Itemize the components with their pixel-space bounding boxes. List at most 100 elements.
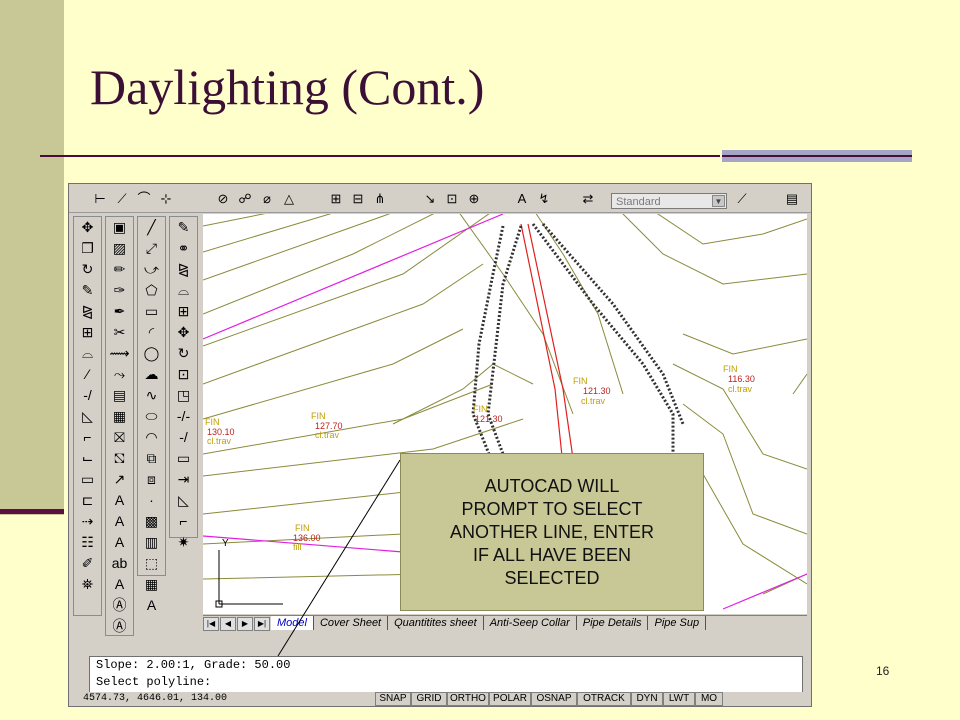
rotate-object-icon[interactable]: ↻ <box>170 343 197 364</box>
dimension-radius-icon[interactable]: ⊘ <box>214 192 232 206</box>
polyline-icon[interactable]: ⤻ <box>138 259 165 280</box>
justify-text-icon[interactable]: Ⓐ <box>106 616 133 637</box>
dimension-aligned-icon[interactable]: ⟋ <box>113 192 131 206</box>
spell-check-icon[interactable]: ab <box>106 553 133 574</box>
break-object-icon[interactable]: ▭ <box>170 448 197 469</box>
scale-text-icon[interactable]: Ⓐ <box>106 595 133 616</box>
ellipse-arc-icon[interactable]: ◠ <box>138 427 165 448</box>
dimension-continue-icon[interactable]: ⋔ <box>371 192 389 206</box>
extend-object-icon[interactable]: -/ <box>170 427 197 448</box>
dimension-text-edit-icon[interactable]: ↯ <box>535 192 553 206</box>
join-object-icon[interactable]: ⇥ <box>170 469 197 490</box>
match-properties-icon[interactable]: ✐ <box>74 553 101 574</box>
draw-rectangle-icon[interactable]: ▭ <box>138 301 165 322</box>
text-edit-icon[interactable]: A <box>106 532 133 553</box>
dimension-update-icon[interactable]: ⇄ <box>579 192 597 206</box>
arc-icon[interactable]: ◜ <box>138 322 165 343</box>
point-icon[interactable]: · <box>138 490 165 511</box>
construction-line-icon[interactable]: ⤢ <box>138 238 165 259</box>
region-icon[interactable]: ⬚ <box>138 553 165 574</box>
tab-first-icon[interactable]: |◀ <box>203 617 219 631</box>
rotate-icon[interactable]: ↻ <box>74 259 101 280</box>
tab-pipe-details[interactable]: Pipe Details <box>577 616 649 630</box>
properties-icon[interactable]: ☷ <box>74 532 101 553</box>
edit-polyline-icon[interactable]: ✒ <box>106 301 133 322</box>
gradient-fill-icon[interactable]: ▥ <box>138 532 165 553</box>
tab-cover-sheet[interactable]: Cover Sheet <box>314 616 389 630</box>
layer-icon[interactable]: ⛯ <box>74 574 101 595</box>
mtext-icon[interactable]: A <box>138 595 165 616</box>
brush-icon[interactable]: ✑ <box>106 280 133 301</box>
chevron-down-icon[interactable]: ▼ <box>712 195 725 207</box>
dimension-diameter-icon[interactable]: ⌀ <box>258 192 276 206</box>
offset-object-icon[interactable]: ⌓ <box>170 280 197 301</box>
osnap-toggle[interactable]: OSNAP <box>531 692 577 706</box>
explode-icon[interactable]: ✷ <box>170 532 197 553</box>
model-toggle[interactable]: MO <box>695 692 723 706</box>
table-edit-icon[interactable]: ▦ <box>106 406 133 427</box>
erase-icon[interactable]: ✎ <box>74 280 101 301</box>
stretch-object-icon[interactable]: ◳ <box>170 385 197 406</box>
hatch-edit-icon[interactable]: ▨ <box>106 238 133 259</box>
revision-cloud-icon[interactable]: ☁ <box>138 364 165 385</box>
chamfer-object-icon[interactable]: ◺ <box>170 490 197 511</box>
circle-icon[interactable]: ◯ <box>138 343 165 364</box>
block-edit-icon[interactable]: ⛝ <box>106 427 133 448</box>
pencil-icon[interactable]: ✏ <box>106 259 133 280</box>
tab-prev-icon[interactable]: ◀ <box>220 617 236 631</box>
chamfer-icon[interactable]: ◺ <box>74 406 101 427</box>
tab-pipe-sup[interactable]: Pipe Sup <box>648 616 707 630</box>
mirror-object-icon[interactable]: ⧎ <box>170 259 197 280</box>
dimension-edit-icon[interactable]: A <box>513 192 531 206</box>
table-icon[interactable]: ▦ <box>138 574 165 595</box>
break-icon[interactable]: ⌙ <box>74 448 101 469</box>
erase-object-icon[interactable]: ✎ <box>170 217 197 238</box>
move-object-icon[interactable]: ✥ <box>170 322 197 343</box>
trim-object-icon[interactable]: -/- <box>170 406 197 427</box>
hatch-icon[interactable]: ▩ <box>138 511 165 532</box>
spline-edit-icon[interactable]: ✂ <box>106 322 133 343</box>
insert-block-icon[interactable]: ⧉ <box>138 448 165 469</box>
line-icon[interactable]: ╱ <box>138 217 165 238</box>
rectangle-icon[interactable]: ▭ <box>74 469 101 490</box>
tab-last-icon[interactable]: ▶| <box>254 617 270 631</box>
offset-icon[interactable]: ⌓ <box>74 343 101 364</box>
command-line[interactable]: Slope: 2.00:1, Grade: 50.00 Select polyl… <box>89 656 803 694</box>
mirror-icon[interactable]: ⧎ <box>74 301 101 322</box>
leader-icon[interactable]: ↘ <box>421 192 439 206</box>
spline-icon[interactable]: ∿ <box>138 385 165 406</box>
find-text-icon[interactable]: A <box>106 574 133 595</box>
tab-next-icon[interactable]: ▶ <box>237 617 253 631</box>
dimension-arc-icon[interactable]: ⌒ <box>135 192 153 206</box>
dimension-style-icon[interactable]: ⟋ <box>733 192 751 206</box>
snap-toggle[interactable]: SNAP <box>375 692 411 706</box>
toolbar-overflow-icon[interactable]: ▤ <box>783 192 801 206</box>
dimension-angular-icon[interactable]: △ <box>280 192 298 206</box>
polygon-icon[interactable]: ⬠ <box>138 280 165 301</box>
stretch-icon[interactable]: ⊏ <box>74 490 101 511</box>
extend-icon[interactable]: -/ <box>74 385 101 406</box>
command-prompt[interactable]: Select polyline: <box>90 674 802 691</box>
dimension-linear-icon[interactable]: ⊢ <box>91 192 109 206</box>
gradient-icon[interactable]: ▤ <box>106 385 133 406</box>
copy-object-icon[interactable]: ⚭ <box>170 238 197 259</box>
polar-toggle[interactable]: POLAR <box>489 692 531 706</box>
ellipse-icon[interactable]: ⬭ <box>138 406 165 427</box>
multiline-edit-icon[interactable]: ⟿ <box>106 343 133 364</box>
array-icon[interactable]: ⊞ <box>74 322 101 343</box>
center-mark-icon[interactable]: ⊕ <box>465 192 483 206</box>
trim-icon[interactable]: ⁄ <box>74 364 101 385</box>
dimension-jogged-icon[interactable]: ☍ <box>236 192 254 206</box>
text-style-icon[interactable]: A <box>106 490 133 511</box>
move-icon[interactable]: ✥ <box>74 217 101 238</box>
tab-quantities-sheet[interactable]: Quantitites sheet <box>388 616 484 630</box>
bring-front-icon[interactable]: ▣ <box>106 217 133 238</box>
scale-icon[interactable]: ⊡ <box>170 364 197 385</box>
dyn-toggle[interactable]: DYN <box>631 692 663 706</box>
dimension-ordinate-icon[interactable]: ⊹ <box>157 192 175 206</box>
fillet-icon[interactable]: ⌐ <box>74 427 101 448</box>
array-object-icon[interactable]: ⊞ <box>170 301 197 322</box>
attribute-edit-icon[interactable]: ⤳ <box>106 364 133 385</box>
dimension-style-select[interactable]: Standard ▼ <box>611 193 727 209</box>
quick-dimension-icon[interactable]: ⊞ <box>327 192 345 206</box>
